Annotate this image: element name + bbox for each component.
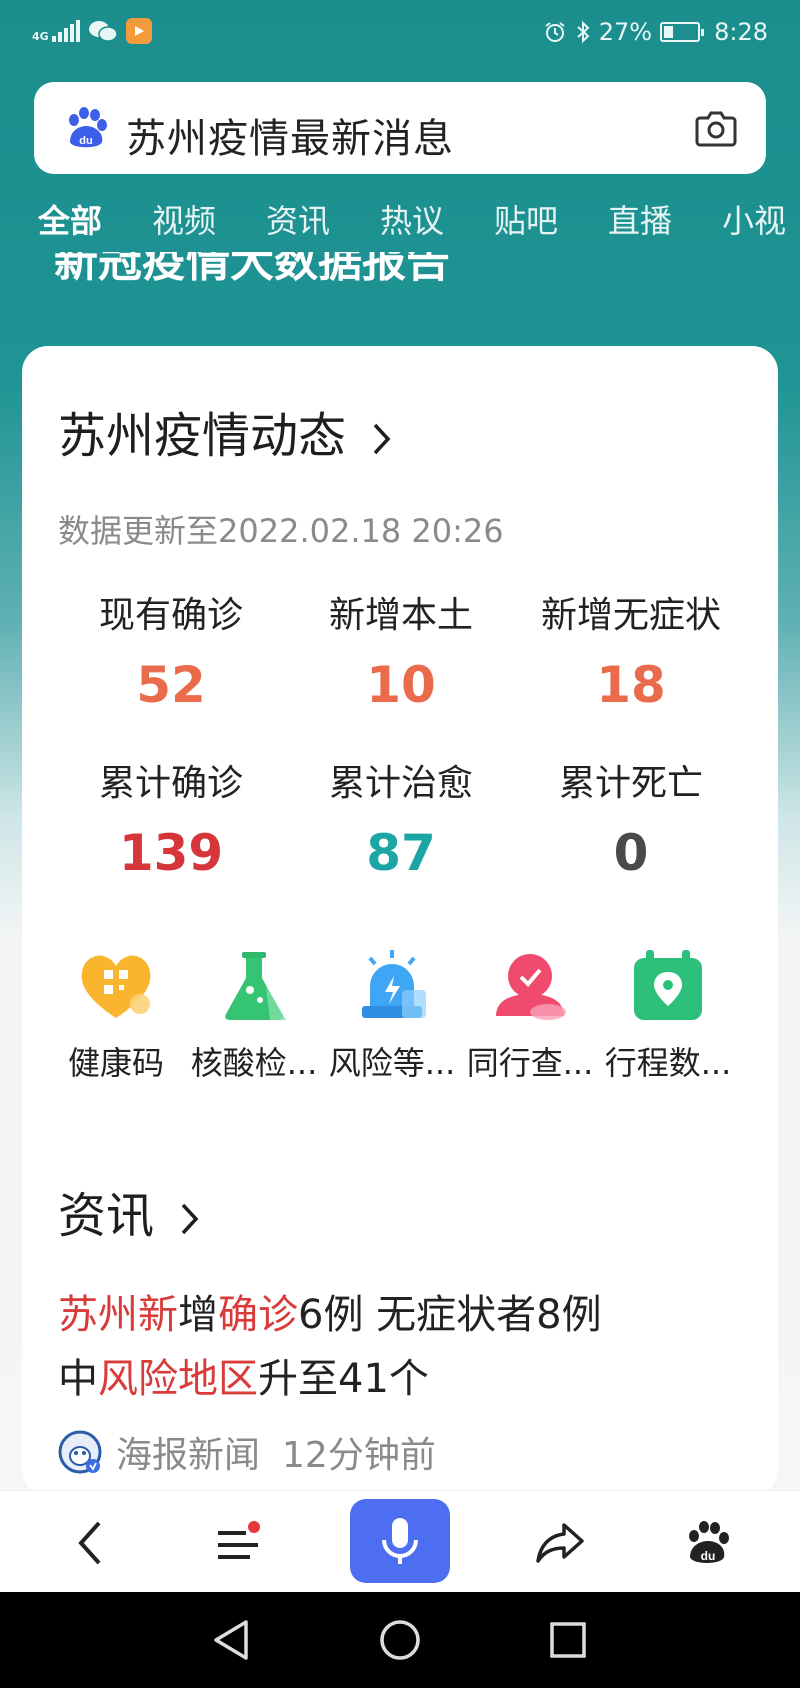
baidu-home-button[interactable]: du: [676, 1511, 740, 1575]
tab-all[interactable]: 全部: [38, 196, 102, 242]
stat-value: 87: [366, 824, 436, 882]
tool-companion-check[interactable]: 同行查...: [460, 946, 600, 1084]
tab-short-video[interactable]: 小视: [722, 196, 786, 242]
headline-highlight: 确诊: [218, 1292, 298, 1338]
tool-label: 核酸检...: [190, 1044, 318, 1082]
headline-text: 6例 无症状者8例: [298, 1292, 602, 1338]
tab-video[interactable]: 视频: [152, 196, 216, 242]
stat-label: 累计治愈: [328, 763, 473, 804]
tool-label: 同行查...: [466, 1044, 594, 1082]
stat-value: 139: [118, 824, 224, 882]
stat-total-confirmed[interactable]: 累计确诊 139: [56, 754, 286, 882]
tool-label: 健康码: [67, 1044, 164, 1082]
nav-home-icon[interactable]: [374, 1614, 426, 1666]
news-heading-text: 资讯: [58, 1188, 155, 1244]
battery-percent: 27%: [598, 18, 653, 46]
chevron-right-icon: [181, 1203, 199, 1235]
headline-highlight: 苏州新: [58, 1292, 178, 1338]
person-check-icon: [496, 954, 566, 1020]
headline-highlight: 风险地区: [98, 1356, 258, 1402]
stat-label: 累计死亡: [558, 763, 703, 804]
nav-back-icon[interactable]: [206, 1614, 258, 1666]
status-right: 27% 8:28: [543, 18, 768, 46]
headline-text: 增: [178, 1292, 218, 1338]
voice-search-button[interactable]: [350, 1499, 450, 1583]
share-button[interactable]: [528, 1511, 592, 1575]
back-button[interactable]: [58, 1511, 122, 1575]
stat-new-asymptomatic[interactable]: 新增无症状 18: [516, 586, 746, 714]
source-name: 海报新闻: [116, 1435, 261, 1476]
banner-title[interactable]: 新冠疫情大数据报告: [54, 252, 574, 298]
alarm-light-icon: [362, 950, 426, 1018]
headline-text: 中: [58, 1356, 98, 1402]
signal-icon: 4G: [32, 20, 80, 42]
wechat-icon: [88, 21, 118, 42]
tool-health-code[interactable]: 健康码: [46, 946, 186, 1084]
status-left: 4G: [32, 18, 152, 44]
stat-total-deaths[interactable]: 累计死亡 0: [516, 754, 746, 882]
baidu-paw-icon: du: [689, 1521, 729, 1563]
system-nav-bar: [0, 1592, 800, 1688]
network-type: 4G: [32, 30, 49, 43]
search-tabs: 全部 视频 资讯 热议 贴吧 直播 小视: [0, 196, 800, 244]
camera-icon[interactable]: [694, 108, 738, 148]
bluetooth-icon: [577, 20, 590, 44]
stat-label: 现有确诊: [98, 595, 243, 636]
svg-text:du: du: [79, 135, 92, 147]
tab-tieba[interactable]: 贴吧: [494, 196, 558, 242]
svg-text:du: du: [701, 1549, 716, 1563]
back-arrow-icon: [78, 1521, 101, 1565]
update-time: 数据更新至2022.02.18 20:26: [58, 512, 504, 550]
epidemic-card: 苏州疫情动态 数据更新至2022.02.18 20:26 现有确诊 52 新增本…: [22, 346, 778, 1496]
stat-new-local[interactable]: 新增本土 10: [286, 586, 516, 714]
publish-time: 12分钟前: [282, 1435, 436, 1476]
location-calendar-icon: [634, 950, 702, 1020]
card-title-text: 苏州疫情动态: [58, 408, 347, 464]
stat-total-recovered[interactable]: 累计治愈 87: [286, 754, 516, 882]
bottom-toolbar: du: [0, 1490, 800, 1592]
tool-label: 行程数...: [604, 1044, 732, 1082]
news-source[interactable]: 海报新闻 12分钟前: [58, 1426, 436, 1478]
nav-recent-icon[interactable]: [542, 1614, 594, 1666]
share-icon: [536, 1523, 584, 1563]
stat-current-confirmed[interactable]: 现有确诊 52: [56, 586, 286, 714]
stat-value: 10: [366, 656, 436, 714]
health-code-heart-icon: [81, 955, 151, 1018]
tool-itinerary[interactable]: 行程数...: [598, 946, 738, 1084]
stat-label: 累计确诊: [98, 763, 243, 804]
stat-value: 18: [596, 656, 666, 714]
search-input[interactable]: 苏州疫情最新消息: [126, 106, 454, 164]
tool-risk-level[interactable]: 风险等...: [322, 946, 462, 1084]
chevron-right-icon: [373, 423, 391, 455]
search-box[interactable]: du 苏州疫情最新消息: [34, 82, 766, 174]
card-title[interactable]: 苏州疫情动态: [58, 396, 393, 466]
stat-value: 0: [613, 824, 649, 882]
tab-discussion[interactable]: 热议: [380, 196, 444, 242]
clock: 8:28: [714, 18, 768, 46]
tool-nucleic-test[interactable]: 核酸检...: [184, 946, 324, 1084]
tool-shortcuts: 健康码 核酸检... 风险等... 同行查... 行程数...: [22, 946, 778, 1106]
stat-label: 新增本土: [328, 595, 473, 636]
status-bar: 4G 27% 8:28: [0, 0, 800, 68]
stat-value: 52: [136, 656, 206, 714]
menu-icon: [218, 1521, 260, 1559]
video-app-icon: [125, 18, 152, 44]
news-headline-line1[interactable]: 苏州新增确诊6例 无症状者8例: [58, 1282, 602, 1340]
stat-label: 新增无症状: [540, 595, 721, 636]
tab-live[interactable]: 直播: [608, 196, 672, 242]
microphone-icon: [382, 1518, 418, 1564]
tool-label: 风险等...: [328, 1044, 456, 1082]
menu-button[interactable]: [206, 1511, 270, 1575]
baidu-paw-icon[interactable]: du: [62, 104, 110, 152]
battery-icon: [660, 22, 705, 42]
headline-text: 升至41个: [258, 1356, 429, 1402]
tab-news[interactable]: 资讯: [266, 196, 330, 242]
source-avatar-icon: [58, 1430, 102, 1474]
alarm-icon: [545, 22, 565, 42]
flask-icon: [225, 952, 286, 1020]
news-headline-line2[interactable]: 中风险地区升至41个: [58, 1346, 429, 1404]
news-heading[interactable]: 资讯: [58, 1176, 201, 1246]
